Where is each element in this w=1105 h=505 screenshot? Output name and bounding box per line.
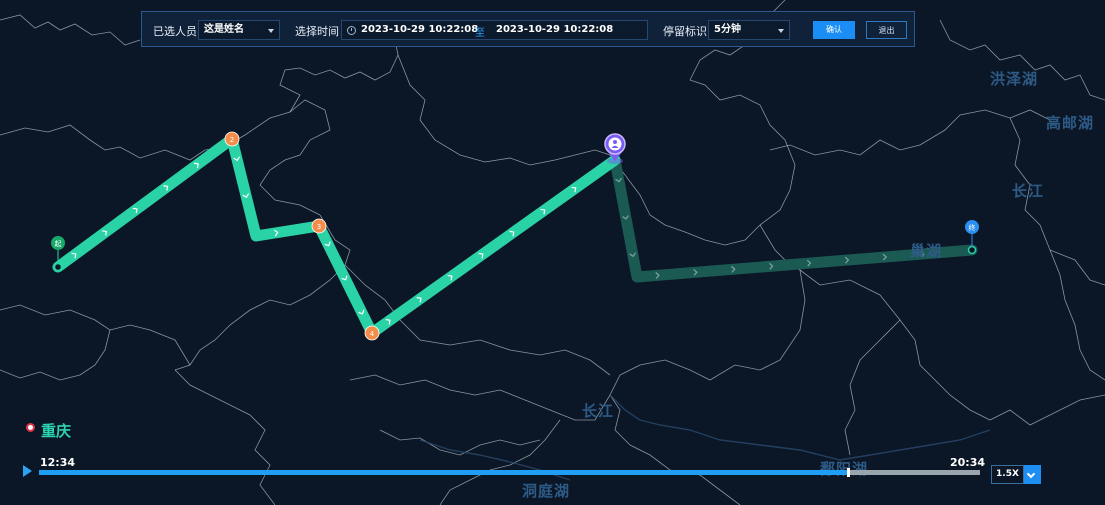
play-icon[interactable] [23,465,32,477]
person-select-value: 这是姓名 [204,24,244,35]
playback-bar: 12:34 20:34 1.5X [0,455,1105,505]
stop-marker-3[interactable]: 3 [311,218,327,234]
playback-progress [39,470,849,475]
route-traveled [52,133,621,339]
map-label-yangtze-east: 长江 [1012,182,1045,200]
stop-marker-label: 2 [230,136,234,144]
playback-start-time: 12:34 [40,456,76,469]
person-label: 已选人员 [153,25,197,38]
query-toolbar: 已选人员 这是姓名 选择时间 2023-10-29 10:22:08 至 202… [141,11,915,47]
map-label-gaoyou-lake: 高邮湖 [1046,114,1095,132]
stop-label: 停留标识 [663,25,707,38]
chevron-down-icon [268,29,274,33]
date-range-picker[interactable]: 2023-10-29 10:22:08 至 2023-10-29 10:22:0… [341,20,648,40]
person-select[interactable]: 这是姓名 [198,20,280,40]
clock-icon [347,26,356,35]
map-label-yangtze-middle: 长江 [582,402,615,420]
range-separator: 至 [475,28,485,39]
playback-end-time: 20:34 [950,456,986,469]
map-label-chao-lake: 巢湖 [910,242,943,260]
start-marker-label: 起 [55,240,62,248]
exit-button[interactable]: 退出 [866,21,907,39]
stop-duration-select[interactable]: 5分钟 [708,20,790,40]
time-label: 选择时间 [295,25,339,38]
stop-marker-4[interactable]: 4 [364,325,380,341]
speed-value: 1.5X [991,465,1024,484]
stop-duration-value: 5分钟 [714,24,741,35]
map-label-hongze-lake: 洪泽湖 [990,70,1039,88]
stop-marker-label: 4 [370,330,375,338]
chevron-down-icon[interactable] [1024,465,1041,484]
confirm-button[interactable]: 确认 [813,21,855,39]
city-dot-icon [26,423,35,432]
end-time-value[interactable]: 2023-10-29 10:22:08 [496,24,613,35]
stop-marker-label: 3 [317,223,321,231]
chevron-down-icon [778,29,784,33]
playback-slider-handle[interactable] [847,468,851,477]
start-time-value[interactable]: 2023-10-29 10:22:08 [361,24,478,35]
stop-marker-2[interactable]: 2 [224,131,240,147]
speed-select[interactable]: 1.5X [991,465,1041,484]
city-label: 重庆 [41,422,72,440]
playback-slider[interactable] [39,468,980,477]
end-marker-label: 终 [969,223,976,232]
